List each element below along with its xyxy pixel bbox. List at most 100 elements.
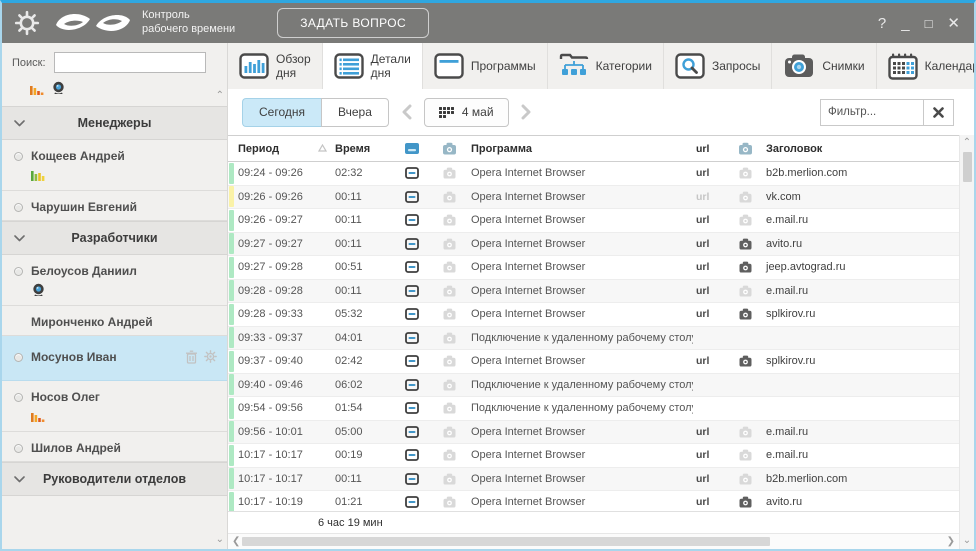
filter-input[interactable] — [820, 99, 923, 126]
row-program: Opera Internet Browser — [468, 496, 693, 508]
snapshot-icon — [430, 332, 468, 344]
help-button[interactable]: ? — [878, 16, 886, 31]
activity-row[interactable]: 10:17 - 10:1700:19Opera Internet Browser… — [228, 444, 959, 468]
group-header-0[interactable]: Менеджеры — [2, 106, 227, 140]
activity-row[interactable]: 09:56 - 10:0105:00Opera Internet Browser… — [228, 421, 959, 445]
row-url-flag: url — [693, 167, 727, 179]
row-period: 09:26 - 09:27 — [235, 214, 318, 226]
group-header-2[interactable]: Руководители отделов — [2, 462, 227, 496]
col-title[interactable]: Заголовок — [763, 143, 959, 155]
yesterday-button[interactable]: Вчера — [321, 98, 389, 127]
url-snapshot-icon[interactable] — [727, 238, 763, 250]
group-header-1[interactable]: Разработчики — [2, 221, 227, 255]
tab-calendar[interactable]: Календарь — [877, 43, 976, 89]
col-url-snapshot-icon[interactable] — [727, 142, 763, 155]
scroll-up-icon[interactable]: ⌃ — [963, 138, 971, 148]
clear-filter-icon[interactable] — [923, 99, 954, 126]
bar-chart-orange-icon[interactable] — [30, 82, 44, 100]
activity-row[interactable]: 09:27 - 09:2800:51Opera Internet Browser… — [228, 256, 959, 280]
bar-chart-green-icon[interactable] — [31, 168, 215, 182]
webcam-icon[interactable] — [31, 283, 215, 297]
maximize-button[interactable]: □ — [925, 17, 933, 30]
vscroll-thumb[interactable] — [963, 152, 972, 182]
tab-programs[interactable]: Программы — [423, 43, 548, 89]
row-period: 09:33 - 09:37 — [235, 332, 318, 344]
scroll-right-icon[interactable]: ❯ — [947, 537, 955, 547]
webcam-icon[interactable] — [51, 81, 66, 100]
snapshot-icon — [430, 191, 468, 203]
url-snapshot-icon — [727, 426, 763, 438]
activity-row[interactable]: 09:33 - 09:3704:01Подключение к удаленно… — [228, 327, 959, 351]
activity-row[interactable]: 09:26 - 09:2700:11Opera Internet Browser… — [228, 209, 959, 233]
activity-row[interactable]: 10:17 - 10:1700:11Opera Internet Browser… — [228, 468, 959, 492]
settings-gear-icon[interactable] — [14, 10, 40, 36]
url-snapshot-icon[interactable] — [727, 308, 763, 320]
activity-row[interactable]: 09:24 - 09:2602:32Opera Internet Browser… — [228, 162, 959, 186]
row-program: Opera Internet Browser — [468, 449, 693, 461]
window-icon — [394, 167, 430, 179]
ask-question-button[interactable]: ЗАДАТЬ ВОПРОС — [277, 8, 429, 38]
activity-row[interactable]: 10:17 - 10:1901:21Opera Internet Browser… — [228, 491, 959, 511]
scroll-left-icon[interactable]: ❮ — [232, 537, 240, 547]
url-snapshot-icon — [727, 449, 763, 461]
col-window-icon[interactable] — [394, 142, 430, 155]
scroll-down-icon[interactable]: ⌄ — [963, 536, 971, 546]
tab-queries[interactable]: Запросы — [664, 43, 772, 89]
col-url[interactable]: url — [693, 143, 727, 155]
trash-icon[interactable] — [185, 350, 198, 369]
status-strip — [229, 186, 234, 207]
activity-row[interactable]: 09:28 - 09:3305:32Opera Internet Browser… — [228, 303, 959, 327]
employee-name: Носов Олег — [31, 390, 100, 404]
vertical-scrollbar[interactable]: ⌃ ⌄ — [959, 135, 974, 549]
row-url-flag: url — [693, 355, 727, 367]
gear-icon[interactable] — [204, 350, 217, 369]
chevron-down-icon — [14, 114, 25, 132]
row-time: 00:11 — [332, 191, 394, 203]
activity-row[interactable]: 09:37 - 09:4002:42Opera Internet Browser… — [228, 350, 959, 374]
hscroll-thumb[interactable] — [242, 537, 770, 546]
status-strip — [229, 163, 234, 184]
employee-item[interactable]: Белоусов Даниил — [2, 255, 227, 306]
today-button[interactable]: Сегодня — [242, 98, 321, 127]
next-day-icon[interactable] — [513, 104, 540, 120]
employee-item[interactable]: Кощеев Андрей — [2, 140, 227, 191]
col-program[interactable]: Программа — [468, 143, 693, 155]
url-snapshot-icon[interactable] — [727, 261, 763, 273]
sidebar-scroll-up-icon[interactable]: ⌃ — [216, 91, 224, 101]
employee-item[interactable]: Чарушин Евгений — [2, 191, 227, 221]
tab-label: Снимки — [822, 59, 864, 73]
col-period[interactable]: Период — [235, 143, 318, 155]
activity-row[interactable]: 09:27 - 09:2700:11Opera Internet Browser… — [228, 233, 959, 257]
snapshot-icon — [430, 449, 468, 461]
col-snapshot-icon[interactable] — [430, 142, 468, 155]
bar-chart-orange-icon[interactable] — [31, 409, 215, 423]
snapshot-icon — [430, 214, 468, 226]
url-snapshot-icon[interactable] — [727, 355, 763, 367]
sidebar-scroll-down-icon[interactable]: ⌄ — [216, 535, 224, 545]
prev-day-icon[interactable] — [393, 104, 420, 120]
horizontal-scrollbar[interactable]: ❮ ❯ — [228, 533, 959, 549]
search-input[interactable] — [54, 52, 206, 73]
tab-categories[interactable]: Категории — [548, 43, 664, 89]
activity-row[interactable]: 09:28 - 09:2800:11Opera Internet Browser… — [228, 280, 959, 304]
total-time: 6 час 19 мин — [318, 517, 383, 529]
employee-item[interactable]: Мосунов Иван — [2, 336, 227, 381]
tab-snapshots[interactable]: Снимки — [772, 43, 876, 89]
sort-asc-icon[interactable] — [318, 143, 332, 155]
activity-row[interactable]: 09:40 - 09:4606:02Подключение к удаленно… — [228, 374, 959, 398]
employee-item[interactable]: Шилов Андрей — [2, 432, 227, 462]
minimize-button[interactable]: _ — [901, 16, 909, 31]
employee-item[interactable]: Носов Олег — [2, 381, 227, 432]
mask-logo-icon — [54, 8, 132, 38]
col-time[interactable]: Время — [332, 143, 394, 155]
employee-item[interactable]: Миронченко Андрей — [2, 306, 227, 336]
date-picker-button[interactable]: 4 май — [424, 98, 509, 127]
activity-row[interactable]: 09:54 - 09:5601:54Подключение к удаленно… — [228, 397, 959, 421]
window-icon — [394, 496, 430, 508]
tab-overview[interactable]: Обзор дня — [228, 43, 323, 89]
activity-row[interactable]: 09:26 - 09:2600:11Opera Internet Browser… — [228, 186, 959, 210]
tab-details[interactable]: Детали дня — [323, 43, 423, 89]
row-title: avito.ru — [763, 496, 959, 508]
url-snapshot-icon[interactable] — [727, 496, 763, 508]
close-button[interactable]: ✕ — [947, 16, 960, 31]
